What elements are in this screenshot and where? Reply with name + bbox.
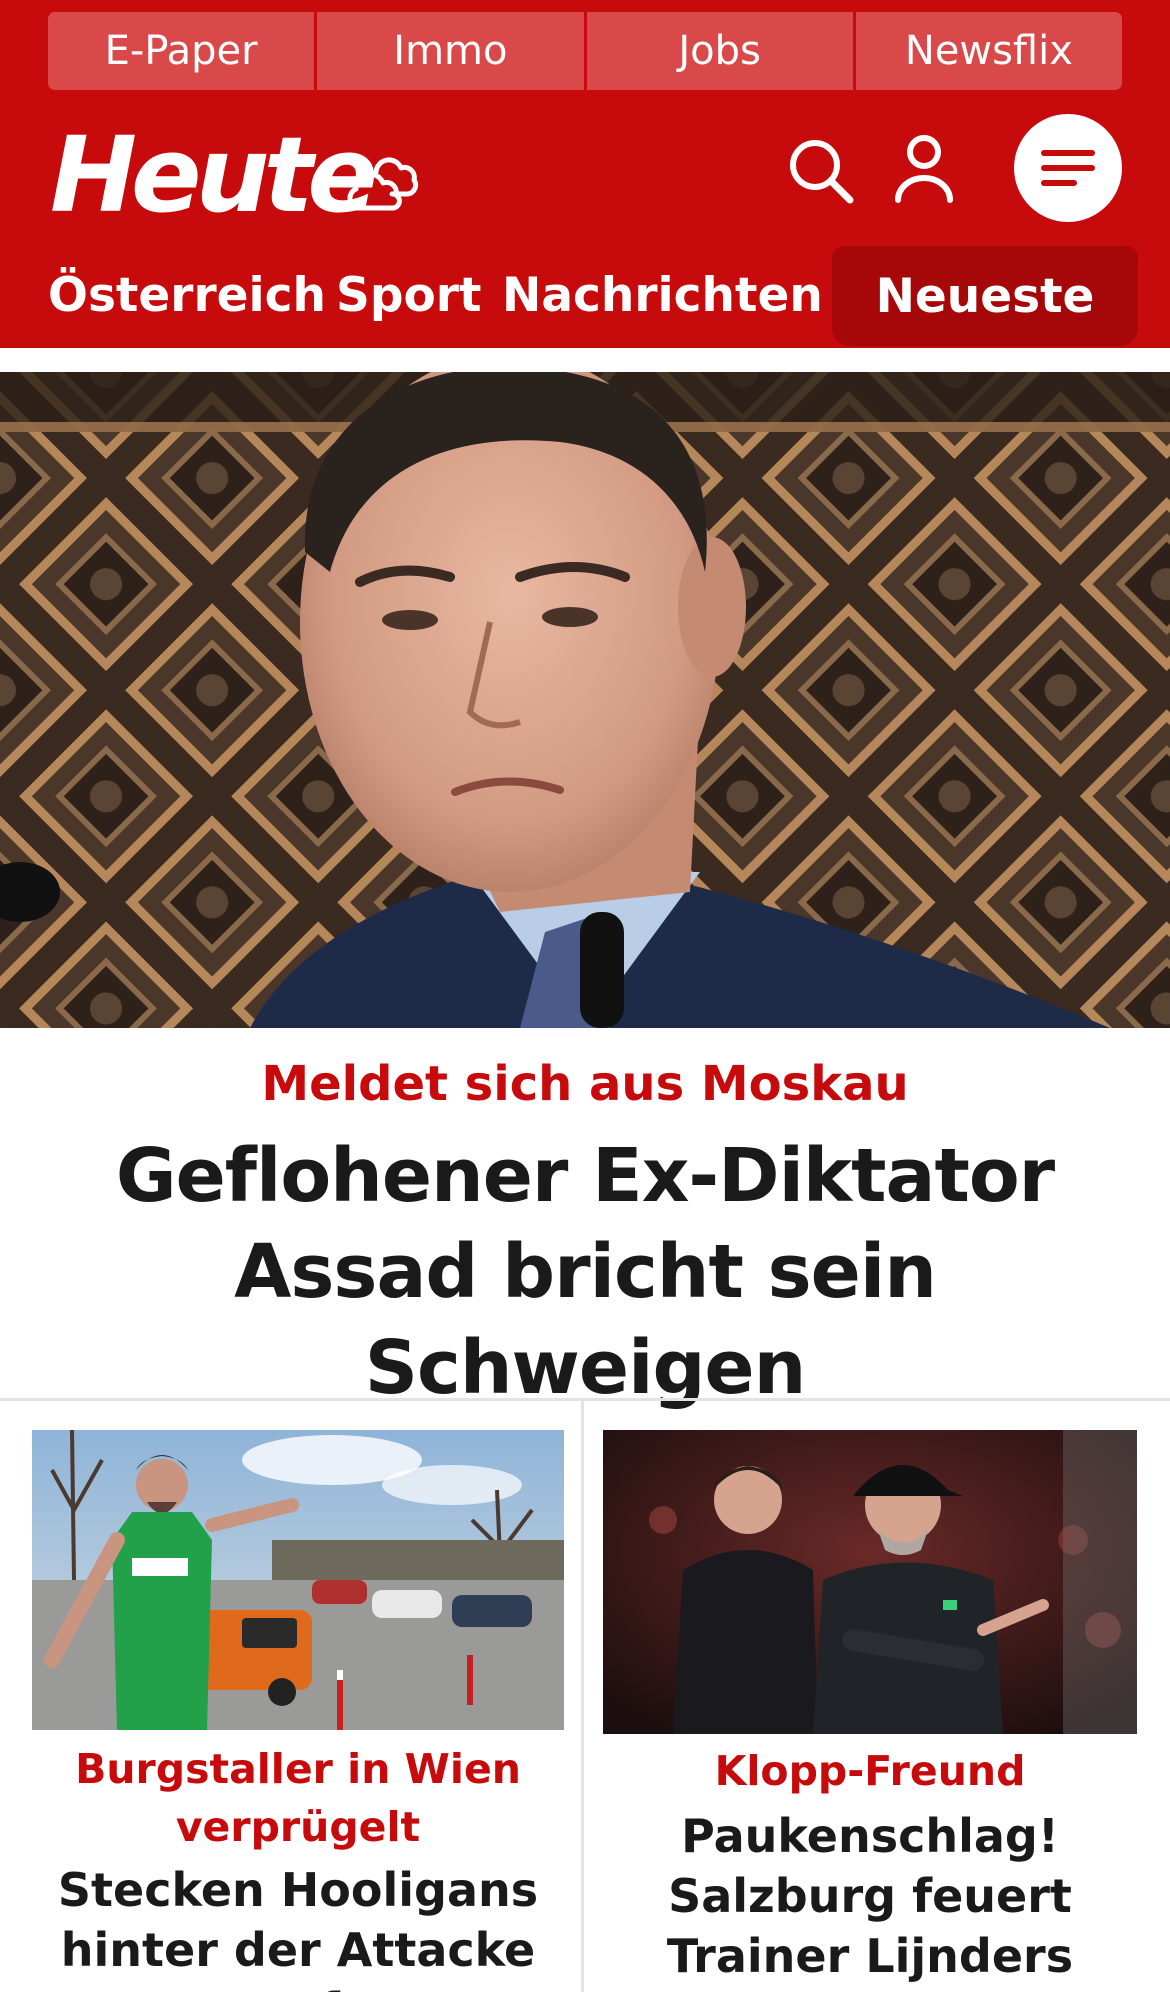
card-title-lijnders[interactable]: Paukenschlag! Salzburg feuert Trainer Li… (603, 1806, 1137, 1986)
hero-title[interactable]: Geflohener Ex-Diktator Assad bricht sein… (40, 1128, 1130, 1416)
weather-cloud-icon[interactable] (346, 150, 422, 214)
search-icon[interactable] (786, 136, 856, 206)
top-link-jobs[interactable]: Jobs (586, 12, 853, 90)
main-nav: Österreich Sport Nachrichten Neueste (0, 246, 1170, 346)
site-header: E-Paper Immo Jobs Newsflix Heute Österre… (0, 0, 1170, 348)
top-link-immo[interactable]: Immo (317, 12, 584, 90)
heute-logo[interactable]: Heute (50, 120, 378, 230)
hero-kicker[interactable]: Meldet sich aus Moskau (0, 1050, 1170, 1118)
nav-item-neueste[interactable]: Neueste (832, 246, 1138, 346)
card-photo (603, 1430, 1137, 1734)
hero-image[interactable] (0, 372, 1170, 1028)
top-link-newsflix[interactable]: Newsflix (855, 12, 1122, 90)
nav-item-sport[interactable]: Sport (336, 246, 481, 346)
menu-button[interactable] (1014, 114, 1122, 222)
card-title-burgstaller[interactable]: Stecken Hooligans hinter der Attacke auf (32, 1860, 564, 1992)
user-icon[interactable] (892, 134, 956, 204)
column-divider (581, 1400, 584, 1992)
hero-photo (0, 372, 1170, 1028)
card-kicker-lijnders[interactable]: Klopp-Freund (603, 1742, 1137, 1800)
card-image-burgstaller[interactable] (32, 1430, 564, 1730)
nav-item-nachrichten[interactable]: Nachrichten (502, 246, 823, 346)
nav-item-oesterreich[interactable]: Österreich (48, 246, 326, 346)
menu-icon (1041, 150, 1095, 156)
card-image-lijnders[interactable] (603, 1430, 1137, 1734)
section-divider (0, 1398, 1170, 1401)
card-kicker-burgstaller[interactable]: Burgstaller in Wien verprügelt (32, 1740, 564, 1856)
top-link-epaper[interactable]: E-Paper (48, 12, 315, 90)
card-photo (32, 1430, 564, 1730)
top-links-bar: E-Paper Immo Jobs Newsflix (48, 12, 1122, 90)
